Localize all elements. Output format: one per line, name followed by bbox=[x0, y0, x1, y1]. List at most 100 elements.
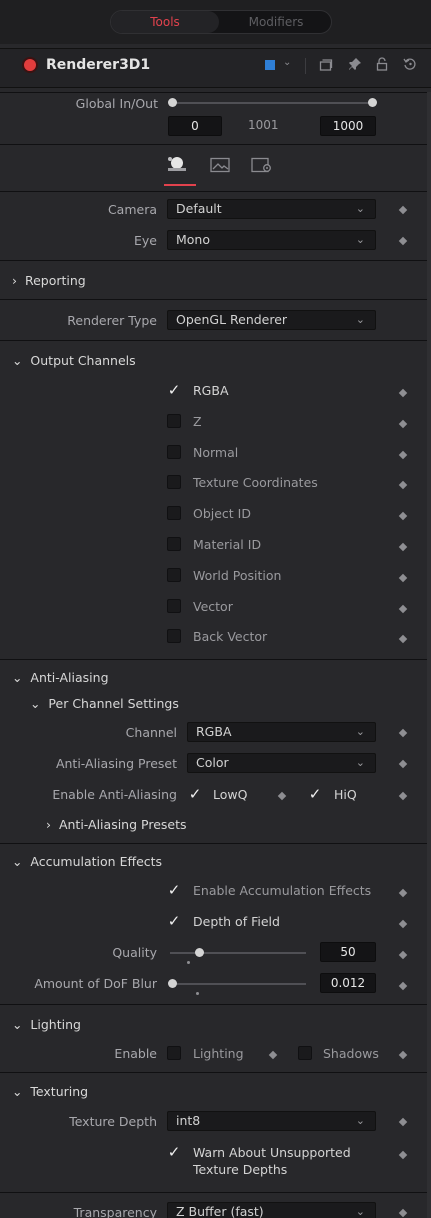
lighting-section-label: Lighting bbox=[30, 1017, 81, 1032]
lighting-label: Lighting bbox=[193, 1046, 244, 1061]
divider bbox=[0, 144, 431, 145]
chevron-down-icon: ⌄ bbox=[12, 854, 31, 869]
global-start-handle[interactable] bbox=[168, 98, 177, 107]
quality-slider-handle[interactable] bbox=[195, 948, 204, 957]
checkbox-rgba[interactable]: ✓ bbox=[167, 383, 181, 398]
checkbox-depth-of-field[interactable]: ✓ bbox=[167, 914, 181, 929]
chevron-down-icon: ⌄ bbox=[355, 756, 365, 769]
checkbox-z[interactable] bbox=[167, 414, 181, 428]
lighting-section-header[interactable]: ⌄ Lighting bbox=[12, 1017, 81, 1032]
checkbox-material-id[interactable] bbox=[167, 537, 181, 551]
tab-switcher: Tools Modifiers bbox=[110, 10, 332, 34]
camera-dropdown[interactable]: Default ⌄ bbox=[167, 199, 376, 219]
chevron-down-icon: ⌄ bbox=[355, 725, 365, 738]
renderer-type-dropdown[interactable]: OpenGL Renderer ⌄ bbox=[167, 310, 376, 330]
image-tab-icon[interactable] bbox=[210, 157, 230, 176]
tab-tools[interactable]: Tools bbox=[111, 11, 219, 33]
renderer-type-label: Renderer Type bbox=[67, 313, 157, 328]
global-start-field[interactable]: 0 bbox=[168, 116, 222, 136]
texturing-label: Texturing bbox=[30, 1084, 89, 1099]
scrollbar[interactable] bbox=[427, 92, 431, 1218]
channel-label: Texture Coordinates bbox=[193, 475, 318, 490]
tab-modifiers[interactable]: Modifiers bbox=[221, 11, 331, 33]
settings-tab-icon[interactable] bbox=[251, 157, 273, 176]
divider bbox=[0, 659, 431, 660]
transparency-label: Transparency bbox=[73, 1205, 157, 1218]
aa-preset-label: Anti-Aliasing Preset bbox=[55, 756, 177, 771]
texture-depth-dropdown[interactable]: int8 ⌄ bbox=[167, 1111, 376, 1131]
aa-preset-dropdown[interactable]: Color ⌄ bbox=[187, 753, 376, 773]
lock-icon[interactable] bbox=[375, 57, 389, 75]
checkbox-hiq[interactable]: ✓ bbox=[308, 787, 322, 802]
global-end-handle[interactable] bbox=[368, 98, 377, 107]
quality-slider-track[interactable] bbox=[170, 952, 306, 954]
divider bbox=[0, 1192, 431, 1193]
chevron-down-icon[interactable]: ⌄ bbox=[283, 57, 291, 68]
checkbox-warn-unsupported[interactable]: ✓ bbox=[167, 1145, 181, 1160]
anti-aliasing-section-header[interactable]: ⌄ Anti-Aliasing bbox=[12, 670, 109, 685]
chevron-down-icon: ⌄ bbox=[355, 313, 365, 326]
quality-default-marker bbox=[187, 961, 190, 964]
aa-channel-value: RGBA bbox=[196, 724, 232, 739]
channel-label: RGBA bbox=[193, 383, 229, 398]
output-channels-label: Output Channels bbox=[30, 353, 136, 368]
output-channels-section-header[interactable]: ⌄ Output Channels bbox=[12, 353, 136, 368]
checkbox-world-position[interactable] bbox=[167, 568, 181, 582]
divider bbox=[0, 92, 431, 93]
checkbox-enable-accumulation[interactable]: ✓ bbox=[167, 883, 181, 898]
checkbox-shadows[interactable] bbox=[298, 1046, 312, 1060]
chevron-down-icon: ⌄ bbox=[12, 670, 31, 685]
warn-unsupported-line1: Warn About Unsupported bbox=[193, 1145, 351, 1160]
chevron-down-icon: ⌄ bbox=[355, 233, 365, 246]
checkbox-texture-coordinates[interactable] bbox=[167, 475, 181, 489]
divider bbox=[0, 191, 431, 192]
global-end-field[interactable]: 1000 bbox=[320, 116, 376, 136]
depth-of-field-label: Depth of Field bbox=[193, 914, 280, 929]
node-enable-toggle[interactable] bbox=[24, 59, 36, 71]
checkbox-back-vector[interactable] bbox=[167, 629, 181, 643]
hiq-label: HiQ bbox=[334, 787, 357, 802]
aa-preset-value: Color bbox=[196, 755, 229, 770]
checkbox-lighting[interactable] bbox=[167, 1046, 181, 1060]
channel-label: Z bbox=[193, 414, 202, 429]
transparency-dropdown[interactable]: Z Buffer (fast) ⌄ bbox=[167, 1202, 376, 1218]
divider bbox=[0, 843, 431, 844]
eye-value: Mono bbox=[176, 232, 211, 247]
eye-label: Eye bbox=[134, 233, 157, 248]
channel-label: Normal bbox=[193, 445, 239, 460]
divider bbox=[0, 299, 431, 300]
checkbox-normal[interactable] bbox=[167, 445, 181, 459]
lighting-enable-label: Enable bbox=[114, 1046, 157, 1061]
aa-presets-section-header[interactable]: › Anti-Aliasing Presets bbox=[46, 817, 187, 832]
reset-icon[interactable] bbox=[403, 57, 417, 75]
controls-tab-icon[interactable] bbox=[166, 155, 188, 176]
enable-aa-label: Enable Anti-Aliasing bbox=[52, 787, 177, 802]
dof-blur-default-marker bbox=[196, 992, 199, 995]
versions-icon[interactable] bbox=[319, 58, 333, 76]
node-color-swatch[interactable] bbox=[265, 60, 275, 70]
channel-label: World Position bbox=[193, 568, 282, 583]
pin-icon[interactable] bbox=[348, 57, 362, 75]
aa-channel-dropdown[interactable]: RGBA ⌄ bbox=[187, 722, 376, 742]
checkbox-object-id[interactable] bbox=[167, 506, 181, 520]
divider bbox=[0, 1004, 431, 1005]
eye-dropdown[interactable]: Mono ⌄ bbox=[167, 230, 376, 250]
checkbox-vector[interactable] bbox=[167, 599, 181, 613]
chevron-down-icon: ⌄ bbox=[355, 1205, 365, 1218]
chevron-down-icon: ⌄ bbox=[12, 1084, 31, 1099]
texturing-section-header[interactable]: ⌄ Texturing bbox=[12, 1084, 88, 1099]
quality-field[interactable]: 50 bbox=[320, 942, 376, 962]
reporting-section-header[interactable]: › Reporting bbox=[12, 273, 86, 288]
chevron-down-icon: ⌄ bbox=[355, 202, 365, 215]
channel-label: Vector bbox=[193, 599, 233, 614]
global-range-track[interactable] bbox=[172, 102, 372, 104]
accumulation-section-header[interactable]: ⌄ Accumulation Effects bbox=[12, 854, 162, 869]
transparency-value: Z Buffer (fast) bbox=[176, 1204, 264, 1218]
channel-label: Back Vector bbox=[193, 629, 268, 644]
per-channel-settings-header[interactable]: ⌄ Per Channel Settings bbox=[30, 696, 179, 711]
dof-blur-slider-track[interactable] bbox=[172, 983, 306, 985]
dof-blur-slider-handle[interactable] bbox=[168, 979, 177, 988]
accumulation-label: Accumulation Effects bbox=[30, 854, 163, 869]
checkbox-lowq[interactable]: ✓ bbox=[188, 787, 202, 802]
dof-blur-field[interactable]: 0.012 bbox=[320, 973, 376, 993]
